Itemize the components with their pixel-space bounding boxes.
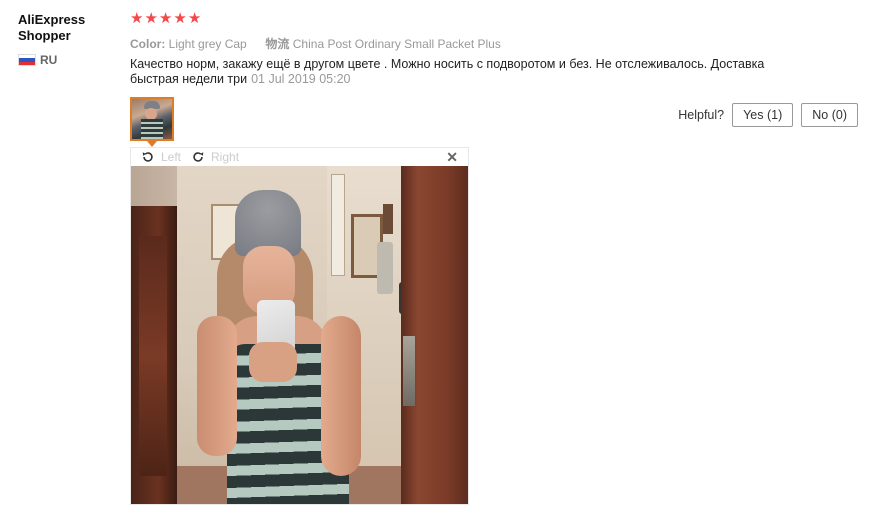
rotate-left-icon (142, 152, 153, 162)
order-info: Color: Light grey Cap 物流 China Post Ordi… (130, 35, 501, 52)
reviewer-country: RU (18, 53, 57, 67)
review-text: Качество норм, закажу ещё в другом цвете… (130, 57, 765, 86)
country-code: RU (40, 53, 58, 67)
rotate-left-button[interactable]: Left (141, 150, 181, 164)
russia-flag-icon (18, 54, 36, 66)
shipping-label: 物流 (265, 37, 290, 51)
review-date: 01 Jul 2019 05:20 (251, 72, 351, 86)
photo-viewer: Left Right ✕ (130, 147, 469, 505)
star-icon: ★ (187, 10, 202, 27)
helpful-label: Helpful? (678, 108, 725, 122)
close-viewer-button[interactable]: ✕ (446, 149, 458, 165)
reviewer-name: AliExpress Shopper (18, 12, 86, 43)
rotate-left-label: Left (161, 150, 182, 164)
rotate-right-button[interactable]: Right (191, 150, 239, 164)
star-icon: ★ (130, 10, 144, 27)
review-photo (131, 166, 468, 504)
shipping-value: China Post Ordinary Small Packet Plus (292, 37, 501, 51)
helpful-section: Helpful? Yes (1) No (0) (678, 103, 858, 127)
helpful-yes-button[interactable]: Yes (1) (732, 103, 794, 127)
star-icon: ★ (144, 10, 158, 27)
star-icon: ★ (173, 10, 187, 27)
color-label: Color: (130, 37, 166, 51)
color-value: Light grey Cap (168, 37, 247, 51)
helpful-no-button[interactable]: No (0) (801, 103, 858, 127)
star-icon: ★ (158, 10, 173, 27)
review-body: Качество норм, закажу ещё в другом цвете… (130, 57, 770, 87)
rotate-right-icon (193, 152, 204, 162)
rating-stars: ★ ★ ★ ★ ★ (130, 11, 201, 27)
viewer-toolbar: Left Right ✕ (131, 148, 468, 166)
review-photo-thumbnail[interactable] (130, 97, 174, 141)
rotate-right-label: Right (211, 150, 240, 164)
